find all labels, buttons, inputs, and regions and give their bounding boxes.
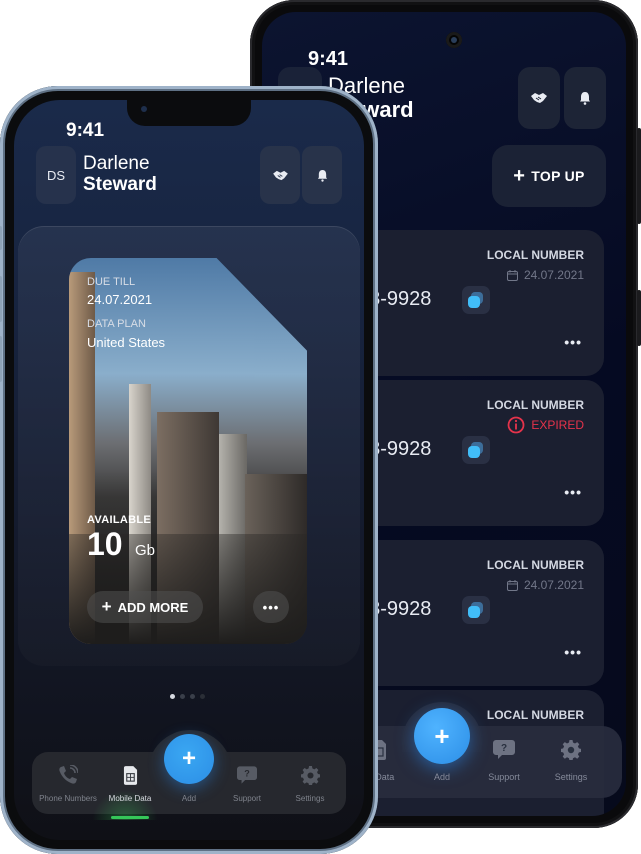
top-up-button[interactable]: + TOP UP bbox=[492, 145, 606, 207]
more-options-button[interactable]: ••• bbox=[564, 644, 582, 660]
due-till-date: 24.07.2021 bbox=[87, 292, 153, 307]
bell-icon bbox=[580, 92, 590, 105]
nav-item-phone-numbers[interactable]: Phone Numbers bbox=[35, 764, 101, 803]
phone-number-card[interactable]: LOCAL NUMBER 24.07.2021 23-9928 ••• bbox=[358, 230, 604, 376]
user-name: Darlene Steward bbox=[83, 153, 157, 195]
add-more-button[interactable]: + ADD MORE bbox=[87, 591, 203, 623]
nav-label: Phone Numbers bbox=[39, 794, 97, 803]
sim-card-icon bbox=[123, 765, 137, 785]
referral-button[interactable] bbox=[518, 67, 560, 129]
iphone-volume-up bbox=[0, 276, 2, 322]
plus-icon: + bbox=[513, 165, 526, 187]
number-type: LOCAL NUMBER bbox=[486, 708, 584, 722]
notch bbox=[127, 100, 251, 126]
avatar[interactable]: DS bbox=[36, 146, 76, 204]
android-volume-button bbox=[637, 128, 641, 224]
nav-label: Support bbox=[488, 772, 520, 782]
more-options-button[interactable]: ••• bbox=[564, 334, 582, 350]
nav-label: Mobile Data bbox=[108, 794, 152, 803]
nav-label: Add bbox=[433, 772, 450, 782]
support-icon: ? bbox=[237, 765, 257, 784]
iphone-volume-down bbox=[0, 336, 2, 382]
nav-label: Support bbox=[232, 794, 262, 803]
bell-icon bbox=[317, 169, 327, 182]
nav-item-add[interactable]: Add bbox=[407, 772, 477, 782]
number-type: LOCAL NUMBER bbox=[486, 398, 584, 412]
more-options-button[interactable]: ••• bbox=[564, 484, 582, 500]
plus-icon: + bbox=[434, 720, 450, 751]
expired-label: EXPIRED bbox=[531, 418, 584, 432]
iphone-screen: 9:41 DS Darlene Steward DUE TILL 24.07.2… bbox=[14, 100, 364, 840]
data-plan-label: DATA PLAN bbox=[87, 318, 146, 330]
top-up-label: TOP UP bbox=[531, 168, 585, 184]
nav-item-mobile-data[interactable]: Mobile Data bbox=[97, 764, 163, 803]
notifications-button[interactable] bbox=[302, 146, 342, 204]
phone-number-card[interactable]: ce LOCAL NUMBER EXPIRED 23-9928 ••• bbox=[358, 380, 604, 526]
iphone-mute-switch bbox=[0, 226, 2, 250]
nav-label: Settings bbox=[295, 794, 325, 803]
add-button[interactable]: + bbox=[164, 734, 214, 784]
nav-item-support[interactable]: ? Support bbox=[469, 738, 539, 782]
referral-button[interactable] bbox=[260, 146, 300, 204]
nav-label: Add bbox=[181, 794, 197, 803]
plus-icon: + bbox=[101, 597, 112, 616]
calendar-icon bbox=[506, 579, 518, 591]
front-camera bbox=[141, 106, 147, 112]
nav-item-settings[interactable]: Settings bbox=[536, 738, 606, 782]
status-time: 9:41 bbox=[66, 120, 105, 141]
add-more-label: ADD MORE bbox=[117, 599, 189, 615]
pagination-dot-active[interactable] bbox=[170, 694, 175, 699]
support-icon: ? bbox=[493, 740, 515, 759]
handshake-icon bbox=[531, 93, 547, 103]
copy-icon[interactable] bbox=[462, 286, 490, 314]
calendar-icon bbox=[506, 269, 518, 281]
phone-number-card[interactable]: LOCAL NUMBER 24.07.2021 23-9928 ••• bbox=[358, 540, 604, 686]
pagination-dot[interactable] bbox=[200, 694, 205, 699]
user-first-name: Darlene bbox=[83, 153, 150, 174]
android-power-button bbox=[637, 290, 641, 346]
nav-item-support[interactable]: ? Support bbox=[214, 764, 280, 803]
handshake-icon bbox=[272, 170, 288, 180]
notifications-button[interactable] bbox=[564, 67, 606, 129]
phone-icon bbox=[59, 765, 78, 784]
iphone-mockup: 9:41 DS Darlene Steward DUE TILL 24.07.2… bbox=[0, 86, 378, 854]
number-date: 24.07.2021 bbox=[506, 578, 584, 592]
front-camera bbox=[446, 32, 462, 48]
info-icon bbox=[507, 416, 525, 434]
more-options-button[interactable]: ••• bbox=[253, 591, 289, 623]
gear-icon bbox=[300, 765, 320, 785]
svg-text:?: ? bbox=[244, 768, 250, 778]
nav-item-add[interactable]: Add bbox=[156, 794, 222, 803]
date-value: 24.07.2021 bbox=[523, 578, 584, 592]
carousel-pagination bbox=[170, 694, 205, 699]
nav-item-settings[interactable]: Settings bbox=[277, 764, 343, 803]
available-unit: Gb bbox=[135, 542, 156, 559]
number-type: LOCAL NUMBER bbox=[486, 558, 584, 572]
nav-label: Settings bbox=[554, 772, 588, 782]
number-date: 24.07.2021 bbox=[506, 268, 584, 282]
user-last-name: Steward bbox=[83, 174, 157, 195]
add-button[interactable]: + bbox=[414, 708, 470, 764]
gear-icon bbox=[561, 740, 581, 760]
copy-icon[interactable] bbox=[462, 596, 490, 624]
number-type: LOCAL NUMBER bbox=[486, 248, 584, 262]
available-label: AVAILABLE bbox=[87, 514, 152, 526]
copy-icon[interactable] bbox=[462, 436, 490, 464]
pagination-dot[interactable] bbox=[190, 694, 195, 699]
plus-icon: + bbox=[181, 745, 196, 772]
pagination-dot[interactable] bbox=[180, 694, 185, 699]
expired-status: EXPIRED bbox=[507, 416, 584, 434]
due-till-label: DUE TILL bbox=[87, 276, 136, 288]
svg-text:?: ? bbox=[501, 743, 507, 754]
data-plan-value: United States bbox=[87, 335, 166, 350]
mobile-data-card[interactable]: DUE TILL 24.07.2021 DATA PLAN United Sta… bbox=[69, 258, 307, 644]
date-value: 24.07.2021 bbox=[523, 268, 584, 282]
available-value: 10 bbox=[87, 526, 123, 562]
active-tab-indicator bbox=[111, 816, 149, 819]
